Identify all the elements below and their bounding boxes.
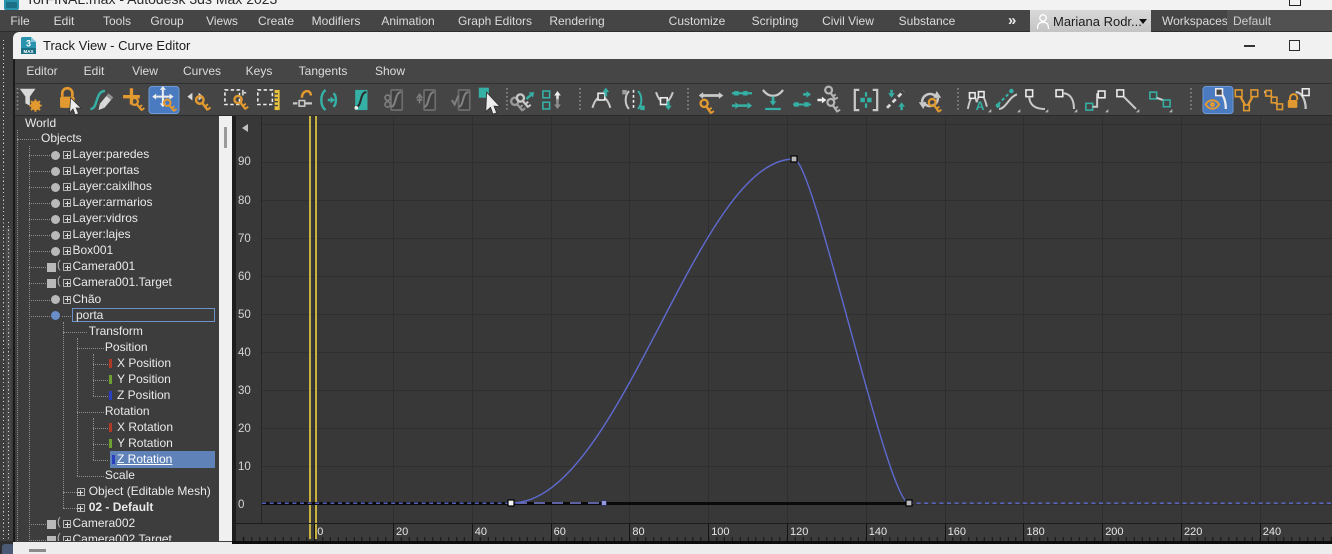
svg-text:A: A — [976, 99, 985, 113]
svg-text:MAX: MAX — [24, 49, 34, 54]
svg-text:3: 3 — [26, 39, 31, 49]
